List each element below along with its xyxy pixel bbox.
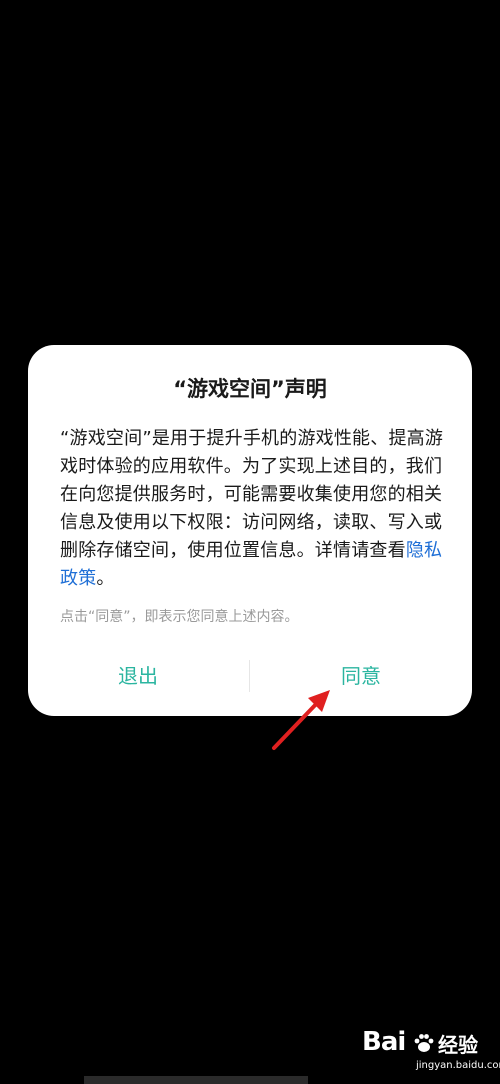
red-pointer-arrow-icon bbox=[272, 690, 330, 750]
privacy-dialog: “游戏空间”声明 “游戏空间”是用于提升手机的游戏性能、提高游戏时体验的应用软件… bbox=[28, 345, 472, 716]
button-divider bbox=[249, 660, 250, 692]
dialog-actions: 退出 同意 bbox=[28, 656, 472, 696]
exit-button[interactable]: 退出 bbox=[38, 656, 238, 696]
baidu-jingyan-watermark: Bai 经验 jingyan.baidu.com bbox=[362, 1027, 500, 1077]
screen: “游戏空间”声明 “游戏空间”是用于提升手机的游戏性能、提高游戏时体验的应用软件… bbox=[0, 0, 500, 1084]
dialog-body-end: 。 bbox=[96, 568, 115, 589]
watermark-domain: jingyan.baidu.com bbox=[416, 1060, 500, 1071]
bottom-bar bbox=[84, 1076, 308, 1084]
dialog-body-text: “游戏空间”是用于提升手机的游戏性能、提高游戏时体验的应用软件。为了实现上述目的… bbox=[60, 428, 444, 561]
dialog-body: “游戏空间”是用于提升手机的游戏性能、提高游戏时体验的应用软件。为了实现上述目的… bbox=[60, 425, 444, 593]
watermark-logo-text: Bai bbox=[362, 1027, 406, 1057]
dialog-hint: 点击“同意”，即表示您同意上述内容。 bbox=[60, 609, 299, 625]
baidu-paw-icon bbox=[414, 1034, 434, 1052]
dialog-title: “游戏空间”声明 bbox=[173, 377, 327, 401]
watermark-jingyan: 经验 bbox=[438, 1033, 478, 1057]
